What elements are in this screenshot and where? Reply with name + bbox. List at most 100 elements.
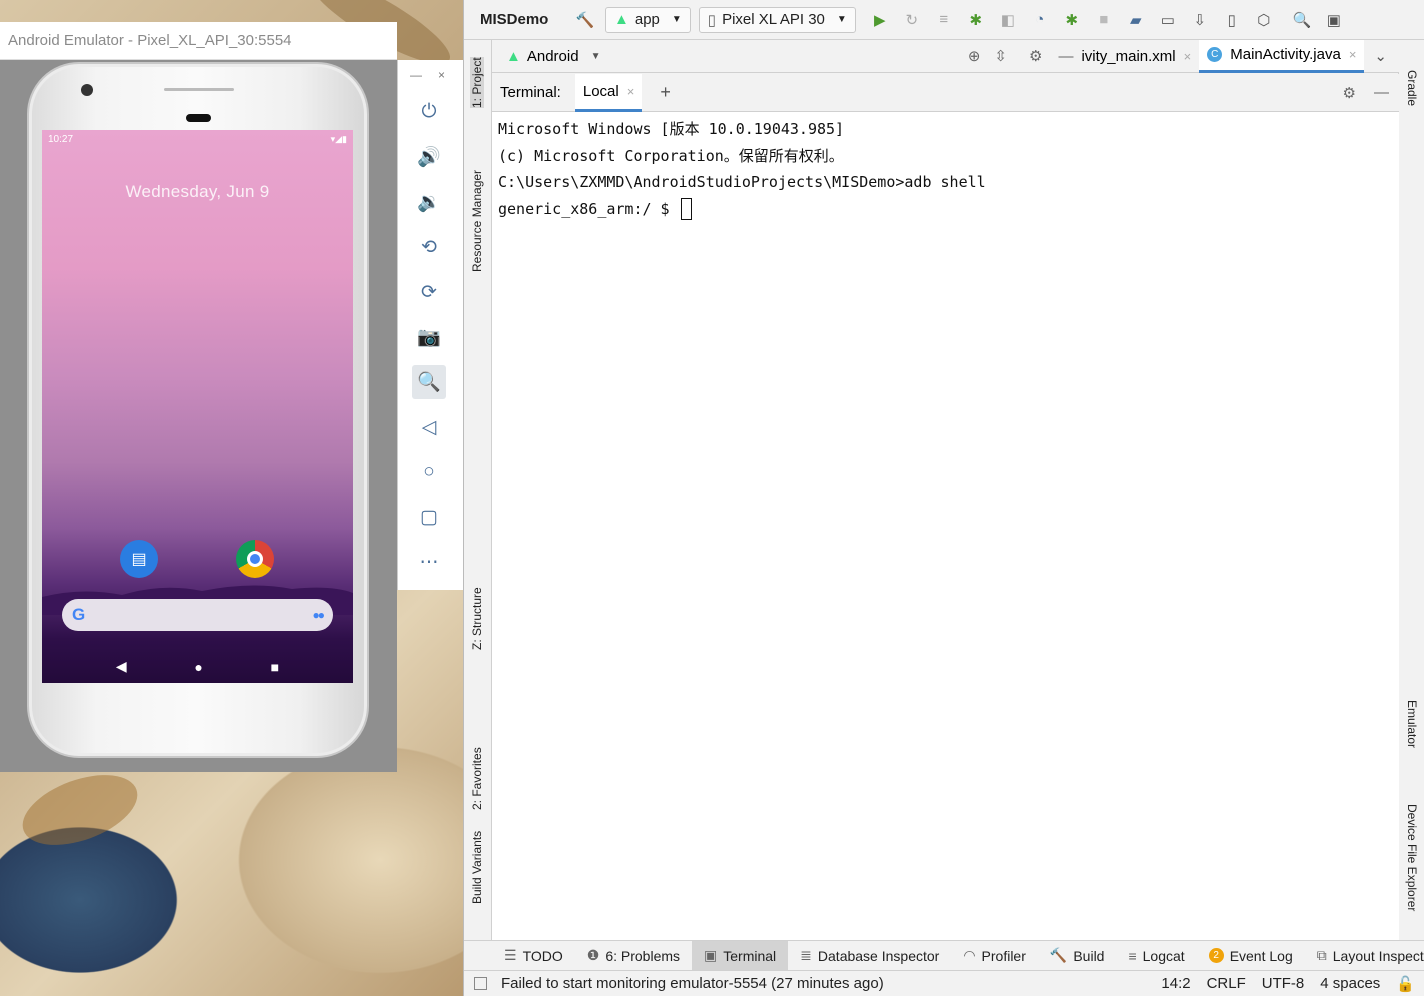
device-manager-icon[interactable]: ▯ xyxy=(1216,11,1248,29)
left-tool-strip: 1: Project Resource Manager Z: Structure 2:… xyxy=(464,40,492,940)
bottom-tab-label: Layout Inspector xyxy=(1332,947,1424,964)
side-tab-emulator[interactable]: Emulator xyxy=(1405,700,1419,748)
tab-overflow-icon[interactable]: ⌄ xyxy=(1374,47,1387,65)
event-log-badge: 2 xyxy=(1208,948,1224,963)
terminal-line: Microsoft Windows [版本 10.0.19043.985] xyxy=(498,120,845,138)
device-select[interactable]: ▯ Pixel XL API 30 ▼ xyxy=(698,6,856,33)
power-icon[interactable]: ⏻ xyxy=(412,95,446,129)
terminal-prompt-line[interactable]: generic_x86_arm:/ $ xyxy=(498,196,1393,223)
debug-icon[interactable]: ✱ xyxy=(960,11,992,29)
device-recents-button[interactable]: ■ xyxy=(271,659,279,675)
new-terminal-icon[interactable]: + xyxy=(660,82,671,103)
collapse-all-icon[interactable]: ⇳ xyxy=(994,47,1007,65)
bottom-tab-icon: ▣ xyxy=(704,947,718,963)
terminal-line: C:\Users\ZXMMD\AndroidStudioProjects\MIS… xyxy=(498,173,986,191)
run-icon[interactable]: ▶ xyxy=(864,11,896,29)
account-icon[interactable]: ▣ xyxy=(1318,11,1350,29)
bottom-tab-problems[interactable]: ❶ 6: Problems xyxy=(575,941,692,970)
terminal-tab-local[interactable]: Local × xyxy=(574,73,643,112)
close-icon[interactable]: × xyxy=(438,68,445,82)
bottom-tab-icon: 🔨 xyxy=(1049,947,1068,963)
editor-tab-label: ivity_main.xml xyxy=(1081,47,1176,65)
attach-debugger-icon[interactable]: ✱ xyxy=(1056,11,1088,29)
side-tab-favorites[interactable]: 2: Favorites xyxy=(470,747,484,810)
bottom-tab-profiler[interactable]: ◠ Profiler xyxy=(951,941,1038,970)
project-name[interactable]: MISDemo xyxy=(464,11,569,28)
volume-up-icon[interactable]: 🔊 xyxy=(412,140,446,174)
line-separator[interactable]: CRLF xyxy=(1207,975,1246,993)
bottom-tab-layout-inspector[interactable]: ⧉ Layout Inspector xyxy=(1305,941,1424,970)
indent-setting[interactable]: 4 spaces xyxy=(1320,975,1380,993)
more-icon[interactable]: ⋯ xyxy=(412,545,446,579)
avd-manager-icon[interactable]: ▭ xyxy=(1152,11,1184,29)
locate-icon[interactable]: ⊕ xyxy=(968,47,981,65)
device-screen[interactable]: 10:27 ▾◢▮ Wednesday, Jun 9 ▤ G ●● ◀ ● ■ xyxy=(42,130,353,683)
chrome-app-icon[interactable] xyxy=(236,540,274,578)
assistant-icon[interactable]: ●● xyxy=(313,608,325,622)
hide-panel-icon[interactable]: — xyxy=(1058,48,1073,65)
make-project-icon[interactable]: 🔨 xyxy=(569,11,601,29)
bottom-tab-event-log[interactable]: 2 Event Log xyxy=(1197,941,1305,970)
chevron-down-icon[interactable]: ▼ xyxy=(591,51,601,62)
toggle-tool-windows-icon[interactable] xyxy=(474,977,487,990)
search-icon[interactable]: 🔍 xyxy=(1286,11,1318,29)
bottom-tab-todo[interactable]: ☰ TODO xyxy=(492,941,575,970)
rotate-left-icon[interactable]: ⟲ xyxy=(412,230,446,264)
bottom-tab-label: Build xyxy=(1073,947,1105,964)
close-tab-icon[interactable]: × xyxy=(1184,49,1192,64)
sdk-manager-icon[interactable]: ⇩ xyxy=(1184,11,1216,29)
run-config-label: app xyxy=(634,11,660,28)
overview-icon[interactable]: ▢ xyxy=(412,500,446,534)
editor-tab-mainactivity[interactable]: C MainActivity.java × xyxy=(1199,39,1365,73)
phone-earpiece xyxy=(186,114,211,122)
bottom-tab-database-inspector[interactable]: ≣ Database Inspector xyxy=(788,941,951,970)
device-home-button[interactable]: ● xyxy=(194,659,202,675)
device-back-button[interactable]: ◀ xyxy=(116,658,127,675)
apply-changes-icon[interactable]: ↻ xyxy=(896,11,928,29)
stop-icon[interactable]: ■ xyxy=(1088,11,1120,28)
side-tab-build-variants[interactable]: Build Variants xyxy=(470,831,484,904)
profile-icon[interactable]: ◔ xyxy=(1024,11,1056,28)
bottom-tab-terminal[interactable]: ▣ Terminal xyxy=(692,941,789,970)
gear-icon[interactable]: ⚙ xyxy=(1029,47,1042,65)
bottom-tab-logcat[interactable]: ≡ Logcat xyxy=(1116,941,1196,970)
sync-gradle-icon[interactable]: ▰ xyxy=(1120,11,1152,29)
file-encoding[interactable]: UTF-8 xyxy=(1262,975,1305,993)
emulator-title: Android Emulator - Pixel_XL_API_30:5554 xyxy=(0,22,397,60)
lock-icon[interactable]: 🔓 xyxy=(1396,975,1415,993)
caret-position[interactable]: 14:2 xyxy=(1161,975,1190,993)
project-structure-icon[interactable]: ⬡ xyxy=(1248,11,1280,29)
gear-icon[interactable]: ⚙ xyxy=(1343,84,1356,102)
volume-down-icon[interactable]: 🔉 xyxy=(412,185,446,219)
status-message[interactable]: Failed to start monitoring emulator-5554… xyxy=(501,975,884,992)
rotate-right-icon[interactable]: ⟳ xyxy=(412,275,446,309)
apply-code-changes-icon[interactable]: ≡ xyxy=(928,11,960,28)
side-tab-resource-manager[interactable]: Resource Manager xyxy=(470,170,484,272)
back-icon[interactable]: ◁ xyxy=(412,410,446,444)
emulator-window: Android Emulator - Pixel_XL_API_30:5554 … xyxy=(0,22,397,772)
java-class-icon: C xyxy=(1207,47,1223,62)
close-tab-icon[interactable]: × xyxy=(1349,47,1357,62)
coverage-icon[interactable]: ◧ xyxy=(992,11,1024,29)
bottom-tab-label: 6: Problems xyxy=(605,947,681,964)
project-view-select[interactable]: Android xyxy=(527,48,579,65)
side-tab-project[interactable]: 1: Project xyxy=(470,57,484,108)
camera-icon[interactable]: 📷 xyxy=(412,320,446,354)
zoom-icon[interactable]: 🔍 xyxy=(412,365,446,399)
editor-tab-activity-main[interactable]: ivity_main.xml × xyxy=(1073,40,1199,73)
messages-app-icon[interactable]: ▤ xyxy=(120,540,158,578)
side-tab-gradle[interactable]: Gradle xyxy=(1405,70,1419,106)
google-search-bar[interactable]: G ●● xyxy=(62,599,333,631)
terminal-output[interactable]: Microsoft Windows [版本 10.0.19043.985] (c… xyxy=(492,112,1399,940)
chevron-down-icon: ▼ xyxy=(671,14,682,25)
close-tab-icon[interactable]: × xyxy=(627,84,635,99)
side-tab-device-file-explorer[interactable]: Device File Explorer xyxy=(1405,804,1419,911)
hide-panel-icon[interactable]: — xyxy=(1374,84,1389,101)
home-icon[interactable]: ○ xyxy=(412,455,446,489)
phone-camera xyxy=(81,84,93,96)
bottom-tab-build[interactable]: 🔨 Build xyxy=(1038,941,1117,970)
bottom-tab-icon: ≡ xyxy=(1128,947,1137,964)
minimize-icon[interactable]: — xyxy=(410,68,422,82)
run-config-select[interactable]: ▲ app ▼ xyxy=(605,6,691,33)
side-tab-z-structure[interactable]: Z: Structure xyxy=(470,587,484,650)
